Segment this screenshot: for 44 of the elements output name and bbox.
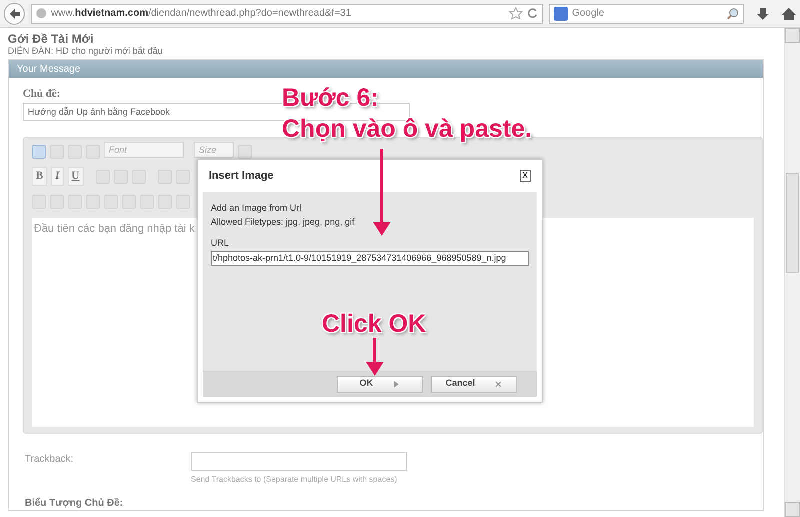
- size-select[interactable]: Size: [194, 142, 234, 158]
- section-label: Biểu Tượng Chủ Đề:: [24, 498, 124, 510]
- subject-label: Chủ đề:: [23, 87, 61, 102]
- breadcrumb: DIỄN ĐÀN: HD cho người mới bắt đầu: [8, 46, 164, 57]
- toolbar-icon[interactable]: [32, 144, 46, 158]
- trackback-hint: Send Trackbacks to (Separate multiple URLs with spaces): [191, 474, 398, 486]
- search-engine-icon: [554, 6, 568, 20]
- back-arrow-icon: [8, 8, 21, 20]
- url-label: URL: [211, 237, 230, 250]
- close-icon: [495, 380, 502, 388]
- font-select[interactable]: Font: [104, 142, 184, 158]
- star-icon[interactable]: [509, 7, 524, 20]
- format-button[interactable]: U: [68, 167, 84, 186]
- scroll-up-button[interactable]: [785, 28, 800, 43]
- toolbar-icon[interactable]: [238, 144, 252, 158]
- scroll-down-button[interactable]: [785, 502, 800, 517]
- back-button[interactable]: [4, 2, 26, 24]
- url-text: www.hdvietnam.com/diendan/newthread.php?do=newthread&f=31: [51, 7, 352, 21]
- annotation-arrow: [365, 338, 385, 376]
- trackback-label: Trackback:: [25, 452, 75, 466]
- format-button[interactable]: B: [32, 167, 48, 186]
- format-button[interactable]: I: [51, 167, 64, 186]
- reload-icon[interactable]: [527, 8, 538, 19]
- home-icon[interactable]: [780, 6, 796, 20]
- editor-text: Đầu tiên các bạn đăng nhập tài k: [34, 222, 195, 234]
- download-icon[interactable]: [756, 6, 770, 20]
- page-title: Gởi Đề Tài Mới: [8, 32, 95, 46]
- url-field[interactable]: t/hphotos-ak-prn1/t1.0-9/10151919_287534731406966_968950589_n.jpg: [211, 250, 529, 266]
- panel-header: Your Message: [9, 60, 763, 78]
- address-bar[interactable]: www.hdvietnam.com/diendan/newthread.php?do=newthread&f=31: [31, 4, 544, 24]
- ok-button[interactable]: OK: [337, 376, 423, 392]
- search-field[interactable]: Google: [549, 4, 744, 24]
- dialog-text: Add an Image from Url: [211, 202, 303, 215]
- search-icon[interactable]: [727, 8, 740, 20]
- dialog-text: Allowed Filetypes: jpg, jpeg, png, gif: [211, 216, 356, 229]
- search-placeholder: Google: [572, 7, 604, 21]
- globe-icon: [36, 8, 48, 19]
- play-icon: [393, 380, 400, 388]
- dialog-title: Insert Image: [209, 168, 274, 184]
- annotation-text: Click OK: [322, 310, 426, 338]
- trackback-field[interactable]: [191, 452, 407, 470]
- cancel-button[interactable]: Cancel: [431, 376, 517, 392]
- scrollbar-thumb[interactable]: [786, 173, 799, 273]
- close-button[interactable]: X: [520, 170, 531, 182]
